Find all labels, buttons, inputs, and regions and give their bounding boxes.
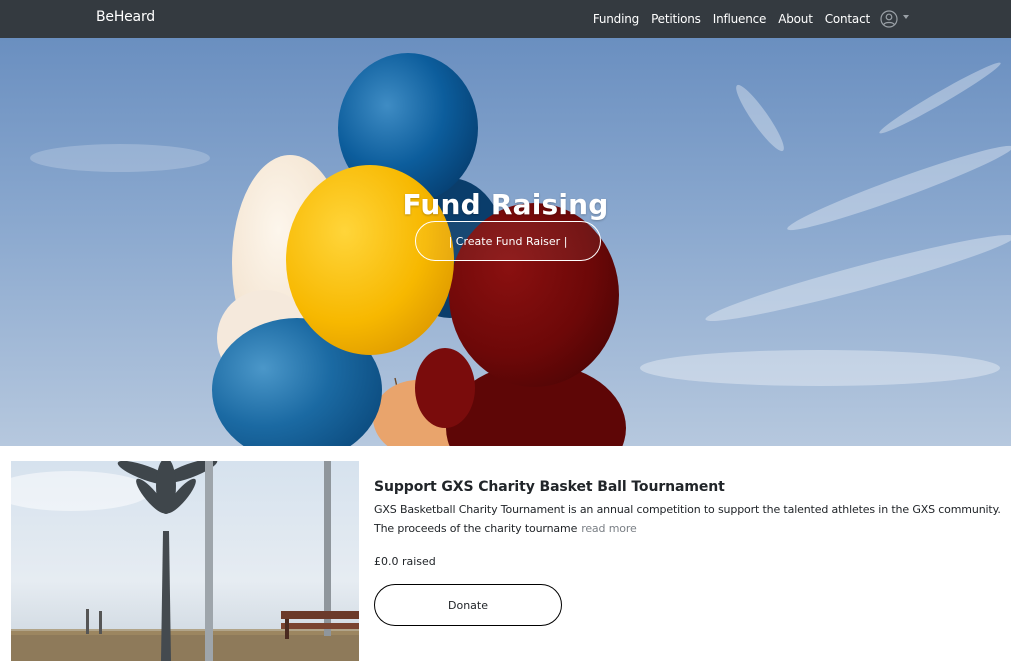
hero-banner: Fund Raising | Create Fund Raiser |	[0, 38, 1011, 446]
fundraiser-description-text: GXS Basketball Charity Tournament is an …	[374, 503, 1001, 535]
fundraiser-title[interactable]: Support GXS Charity Basket Ball Tourname…	[374, 479, 1001, 495]
fundraiser-description: GXS Basketball Charity Tournament is an …	[374, 500, 1001, 538]
user-circle-icon	[880, 10, 898, 28]
palm-tree-bench-photo	[11, 461, 359, 661]
amount-raised: £0.0 raised	[374, 555, 436, 568]
fundraiser-card-body: Support GXS Charity Basket Ball Tourname…	[374, 479, 1001, 626]
navbar: BeHeard Funding Petitions Influence Abou…	[0, 0, 1011, 38]
nav-links: Funding Petitions Influence About Contac…	[581, 0, 909, 38]
nav-link-funding[interactable]: Funding	[593, 12, 639, 26]
create-fund-raiser-button[interactable]: | Create Fund Raiser |	[415, 221, 601, 261]
fundraiser-card: Support GXS Charity Basket Ball Tourname…	[11, 461, 1001, 661]
fundraiser-image[interactable]	[11, 461, 359, 661]
nav-link-contact[interactable]: Contact	[825, 12, 870, 26]
user-menu[interactable]	[880, 10, 909, 28]
donate-button[interactable]: Donate	[374, 584, 562, 626]
nav-link-petitions[interactable]: Petitions	[651, 12, 701, 26]
nav-link-about[interactable]: About	[778, 12, 813, 26]
read-more-link[interactable]: read more	[581, 522, 637, 535]
nav-link-influence[interactable]: Influence	[713, 12, 767, 26]
hero-title: Fund Raising	[402, 188, 609, 221]
brand-logo[interactable]: BeHeard	[96, 9, 155, 25]
caret-down-icon	[903, 15, 909, 19]
